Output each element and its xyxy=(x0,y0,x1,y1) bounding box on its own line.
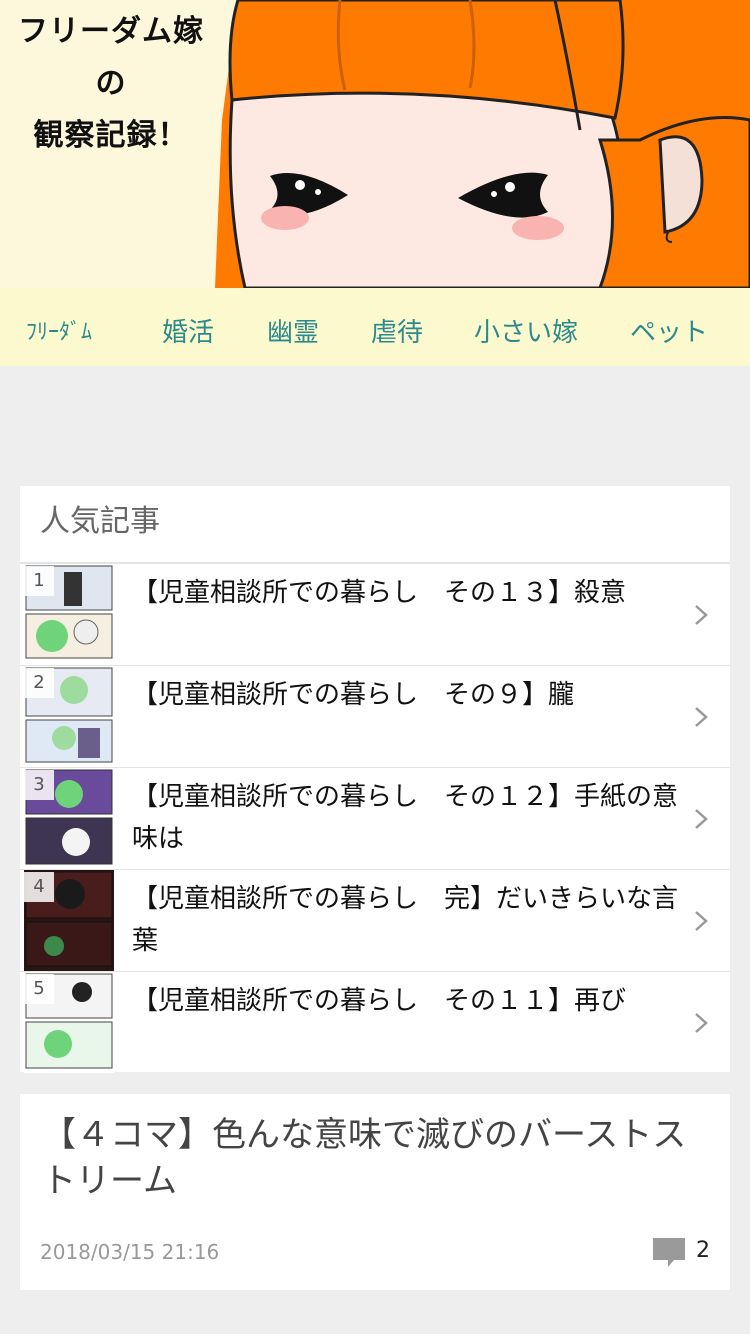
chevron-right-icon xyxy=(695,707,708,727)
popular-articles-widget: 人気記事 1 【児童相談所での暮らし その１３】殺意 2 【児童相談所での暮らし… xyxy=(20,486,730,1073)
comment-icon[interactable] xyxy=(652,1236,686,1268)
popular-item[interactable]: 4 【児童相談所での暮らし 完】だいきらいな言葉 xyxy=(20,870,730,972)
rank-badge: 1 xyxy=(24,566,54,596)
nav-item-pet[interactable]: ペット xyxy=(630,312,708,349)
popular-item[interactable]: 5 【児童相談所での暮らし その１１】再び xyxy=(20,972,730,1073)
popular-item[interactable]: 3 【児童相談所での暮らし その１２】手紙の意味は xyxy=(20,768,730,870)
rank-badge: 3 xyxy=(24,770,54,800)
popular-item-title: 【児童相談所での暮らし その１３】殺意 xyxy=(132,578,627,608)
nav-item-freedom[interactable]: ﾌﾘｰﾀﾞﾑ xyxy=(26,314,92,346)
nav-item-yurei[interactable]: 幽霊 xyxy=(267,312,319,349)
nav-item-konkatsu[interactable]: 婚活 xyxy=(162,312,214,349)
popular-item-title: 【児童相談所での暮らし その１２】手紙の意味は xyxy=(132,782,679,854)
popular-item-title: 【児童相談所での暮らし その１１】再び xyxy=(132,986,627,1016)
article-title[interactable]: 【４コマ】色んな意味で滅びのバーストストリーム xyxy=(42,1112,708,1204)
popular-item-title: 【児童相談所での暮らし 完】だいきらいな言葉 xyxy=(132,884,679,956)
blog-title[interactable]: フリーダム嫁 の 観察記録！ xyxy=(6,6,216,162)
nav-item-gyakutai[interactable]: 虐待 xyxy=(371,312,423,349)
chevron-right-icon xyxy=(695,911,708,931)
article-date: 2018/03/15 21:16 xyxy=(40,1240,220,1264)
blog-title-line: 観察記録！ xyxy=(33,118,189,153)
blog-title-line: フリーダム嫁 xyxy=(18,14,204,49)
popular-heading: 人気記事 xyxy=(20,486,730,564)
nav-item-chiisai-yome[interactable]: 小さい嫁 xyxy=(474,312,578,349)
category-nav: ﾌﾘｰﾀﾞﾑ 婚活 幽霊 虐待 小さい嫁 ペット xyxy=(0,288,750,366)
chevron-right-icon xyxy=(695,809,708,829)
rank-badge: 5 xyxy=(24,974,54,1004)
chevron-right-icon xyxy=(695,605,708,625)
rank-badge: 4 xyxy=(24,872,54,902)
rank-badge: 2 xyxy=(24,668,54,698)
comment-count[interactable]: 2 xyxy=(696,1238,710,1263)
chevron-right-icon xyxy=(695,1013,708,1033)
popular-item-title: 【児童相談所での暮らし その９】朧 xyxy=(132,680,575,710)
article-card[interactable]: 【４コマ】色んな意味で滅びのバーストストリーム 2018/03/15 21:16… xyxy=(20,1094,730,1290)
blog-title-line: の xyxy=(95,66,127,101)
popular-item[interactable]: 2 【児童相談所での暮らし その９】朧 xyxy=(20,666,730,768)
blog-header[interactable]: フリーダム嫁 の 観察記録！ xyxy=(0,0,750,288)
popular-item[interactable]: 1 【児童相談所での暮らし その１３】殺意 xyxy=(20,564,730,666)
